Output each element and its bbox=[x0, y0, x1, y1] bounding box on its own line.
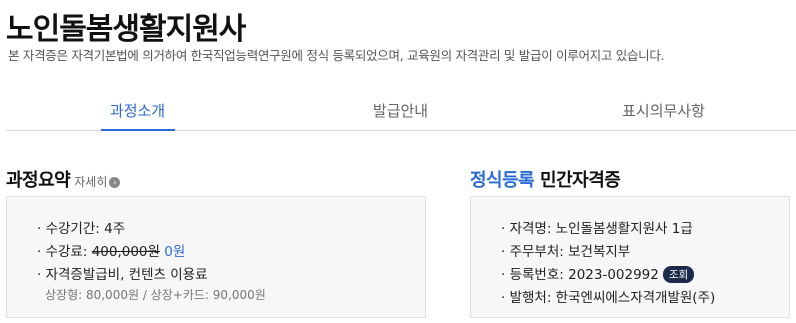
course-period: · 수강기간: 4주 bbox=[37, 221, 126, 237]
cert-issuer: · 발행처: 한국엔씨에스자격개발원(주) bbox=[501, 290, 716, 306]
tab-issuance-guide[interactable]: 발급안내 bbox=[269, 92, 532, 130]
page-subtitle: 본 자격증은 자격기본법에 의거하여 한국직업능력연구원에 정식 등록되었으며,… bbox=[8, 48, 665, 63]
fee-current: 0원 bbox=[164, 244, 186, 260]
summary-title: 과정요약 bbox=[6, 170, 71, 191]
page-title: 노인돌봄생활지원사 bbox=[6, 12, 246, 47]
chevron-right-icon: › bbox=[109, 177, 121, 188]
registration-title-rest: 민간자격증 bbox=[540, 170, 621, 191]
registration-title-highlight: 정식등록 bbox=[470, 170, 535, 191]
registration-section-title: 정식등록 민간자격증 bbox=[470, 166, 621, 192]
reg-number-text: · 등록번호: 2023-002992 bbox=[501, 267, 659, 283]
summary-section-title: 과정요약 자세히 › bbox=[6, 166, 121, 192]
tab-course-intro[interactable]: 과정소개 bbox=[6, 92, 269, 131]
summary-box: · 수강기간: 4주 · 수강료: 400,000원 0원 · 자격증발급비, … bbox=[6, 196, 426, 318]
tab-disclosure[interactable]: 표시의무사항 bbox=[532, 92, 795, 130]
registration-box: · 자격명: 노인돌봄생활지원사 1급 · 주무부처: 보건복지부 · 등록번호… bbox=[470, 196, 790, 318]
detail-link-label: 자세히 bbox=[74, 175, 108, 189]
cert-ministry: · 주무부처: 보건복지부 bbox=[501, 244, 631, 260]
fee-label: · 수강료: bbox=[37, 244, 92, 260]
extra-fees: · 자격증발급비, 컨텐츠 이용료 bbox=[37, 267, 208, 283]
cert-reg-number: · 등록번호: 2023-002992 조회 bbox=[501, 263, 789, 283]
detail-link[interactable]: 자세히 › bbox=[74, 175, 121, 189]
tab-bar: 과정소개 발급안내 표시의무사항 bbox=[6, 92, 796, 131]
course-fee: · 수강료: 400,000원 0원 bbox=[37, 240, 425, 260]
fee-original: 400,000원 bbox=[91, 244, 160, 260]
lookup-button[interactable]: 조회 bbox=[662, 266, 695, 283]
extra-fees-detail: 상장형: 80,000원 / 상장+카드: 90,000원 bbox=[45, 288, 266, 302]
cert-name: · 자격명: 노인돌봄생활지원사 1급 bbox=[501, 221, 693, 237]
